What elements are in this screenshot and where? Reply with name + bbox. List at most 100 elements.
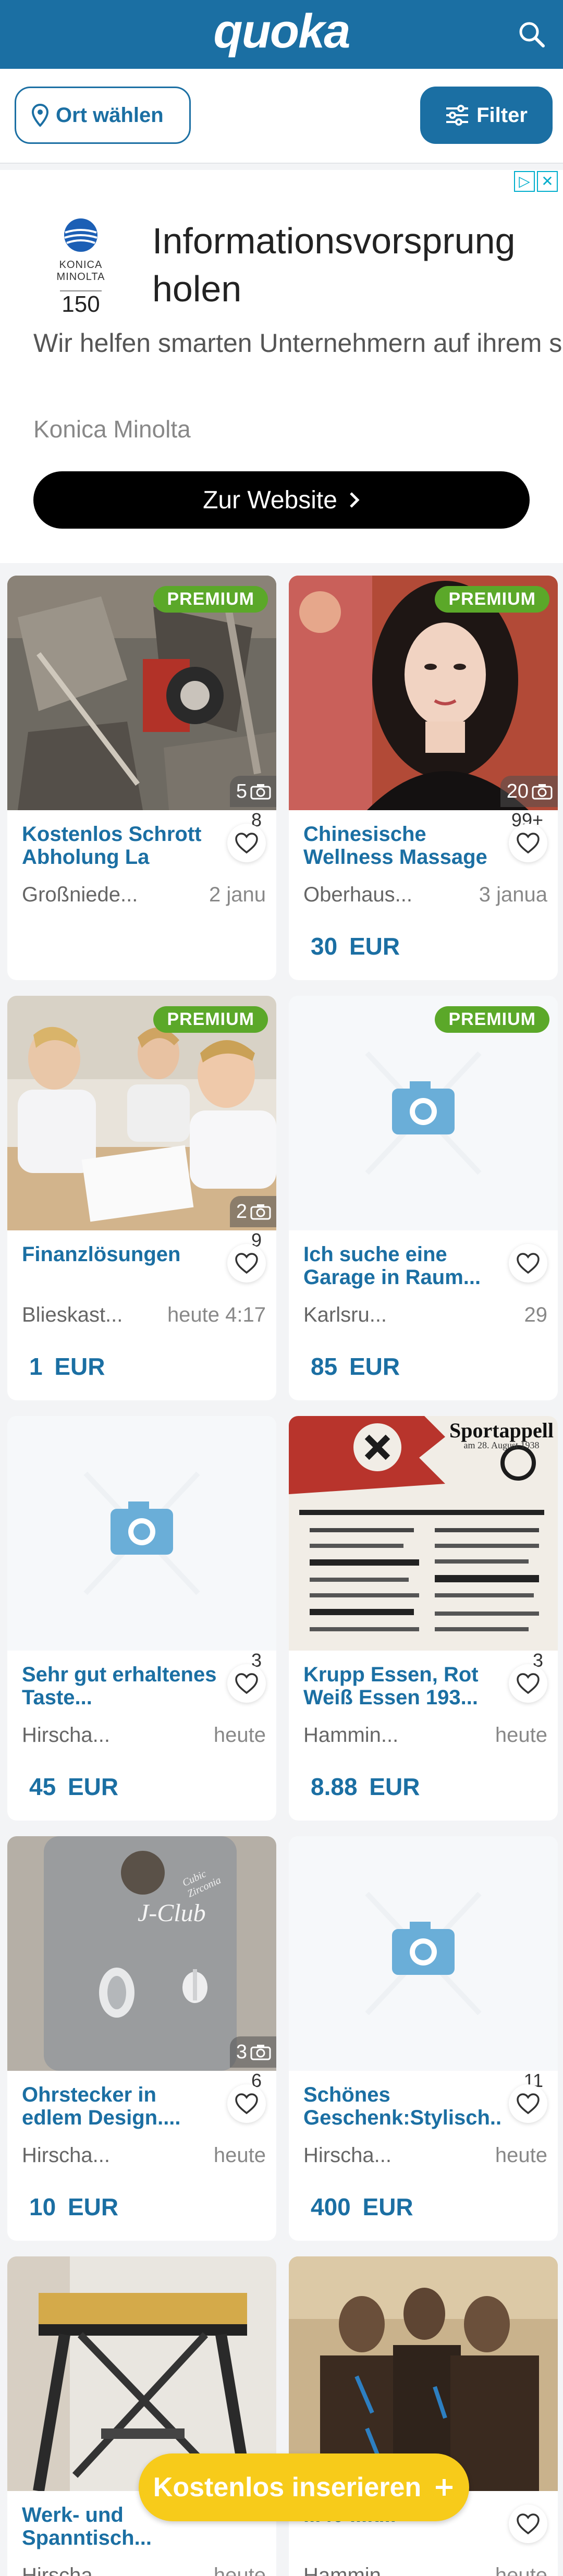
listing-location: Hirscha... (22, 2564, 110, 2576)
image-count-badge: 20 (500, 776, 558, 807)
search-icon[interactable] (516, 19, 547, 50)
heart-icon (517, 1253, 540, 1274)
listing-image[interactable]: PREMIUM 2 (7, 996, 276, 1230)
filter-toolbar: Ort wählen Filter (0, 69, 563, 164)
ad-cta-button[interactable]: Zur Website (33, 471, 530, 529)
location-button[interactable]: Ort wählen (15, 87, 191, 144)
favorite-button[interactable] (509, 1244, 547, 1283)
listing-image[interactable]: J-Club Cubic Zirconia 3 (7, 1836, 276, 2071)
ad-close-icon[interactable]: ✕ (537, 171, 558, 192)
filter-button-label: Filter (476, 103, 528, 127)
listing-card[interactable]: PREMIUM 5 Kostenlos Schrott Abholung La … (7, 576, 276, 980)
favorite-button[interactable] (509, 824, 547, 862)
location-button-label: Ort wählen (56, 103, 164, 127)
ad-anniversary: 150 (60, 290, 102, 318)
listing-title[interactable]: Chinesische Wellness Massage (303, 823, 501, 869)
listing-image[interactable]: Sportappell am 28. August 1938 (289, 1416, 558, 1651)
listing-location: Hammin... (303, 2564, 399, 2576)
filter-button[interactable]: Filter (420, 87, 553, 144)
listing-price: 10 EUR (29, 2193, 119, 2220)
favorite-button[interactable] (227, 1244, 266, 1283)
listing-card[interactable]: PREMIUM 20 Chinesische Wellness Massage … (289, 576, 558, 980)
konica-globe-icon (64, 218, 97, 252)
quoka-logo[interactable]: quoka (0, 4, 563, 59)
listing-price: 400 EUR (311, 2193, 413, 2220)
listing-title[interactable]: Kostenlos Schrott Abholung La (22, 823, 220, 869)
listing-card[interactable]: PREMIUM 2 Finanzlösungen 9 Blieskast... … (7, 996, 276, 1400)
listing-image[interactable]: PREMIUM (289, 996, 558, 1230)
ad-info-icon[interactable]: ▷ (514, 171, 535, 192)
listing-title[interactable]: Sehr gut erhaltenes Taste... (22, 1663, 220, 1709)
historic-poster-photo (289, 1416, 558, 1651)
listing-date: heute (213, 2564, 266, 2576)
ad-headline: Informationsvorsprung holen (152, 221, 516, 309)
plus-icon (436, 2479, 453, 2496)
location-pin-icon (32, 104, 48, 127)
heart-icon (517, 833, 540, 854)
favorite-button[interactable] (509, 2084, 547, 2123)
listing-location: Hirscha... (22, 2144, 110, 2167)
favorite-button[interactable] (509, 2505, 547, 2543)
listing-location: Hammin... (303, 1724, 399, 1747)
premium-badge: PREMIUM (435, 1006, 549, 1033)
listing-price: 1 EUR (29, 1353, 105, 1380)
listing-card[interactable]: Sportappell am 28. August 1938 Krupp Ess… (289, 1416, 558, 1821)
premium-badge: PREMIUM (153, 586, 268, 613)
earrings-photo (7, 1836, 276, 2071)
listing-card[interactable]: Sehr gut erhaltenes Taste... 3 Hirscha..… (7, 1416, 276, 1821)
listing-date: heute (213, 1724, 266, 1747)
listing-title[interactable]: Schönes Geschenk:Stylisch... (303, 2083, 501, 2129)
advertisement-banner[interactable]: ▷ ✕ KONICA MINOLTA 150 Informationsvorsp… (0, 170, 563, 563)
listing-card[interactable]: ...40 ...k... Hammin... heute (289, 2256, 558, 2576)
camera-icon (250, 784, 271, 800)
post-ad-label: Kostenlos inserieren (153, 2472, 422, 2502)
listing-date: 29 (524, 1303, 548, 1326)
listing-location: Hirscha... (303, 2144, 391, 2167)
sliders-icon (446, 105, 469, 126)
listing-title[interactable]: Krupp Essen, Rot Weiß Essen 193... (303, 1663, 501, 1709)
listing-card[interactable]: J-Club Cubic Zirconia 3 Ohrstecker in ed… (7, 1836, 276, 2241)
ad-body: Wir helfen smarten Unternehmern auf ihre… (33, 326, 563, 360)
listing-card[interactable]: PREMIUM Ich suche eine Garage in Raum...… (289, 996, 558, 1400)
listing-card[interactable]: Schönes Geschenk:Stylisch... 11 Hirscha.… (289, 1836, 558, 2241)
listing-location: Blieskast... (22, 1303, 123, 1326)
listing-location: Großniede... (22, 883, 138, 906)
image-count: 5 (236, 780, 247, 802)
listing-location: Hirscha... (22, 1724, 110, 1747)
listing-title[interactable]: Finanzlösungen (22, 1243, 220, 1266)
listing-card[interactable]: 4 Werk- und Spanntisch... Hirscha... heu… (7, 2256, 276, 2576)
favorite-button[interactable] (227, 1664, 266, 1703)
listing-title[interactable]: Ohrstecker in edlem Design.... (22, 2083, 220, 2129)
konica-minolta-logo: KONICA MINOLTA 150 (36, 217, 125, 318)
ad-choices[interactable]: ▷ ✕ (514, 171, 558, 192)
heart-icon (235, 1253, 258, 1274)
favorite-button[interactable] (227, 2084, 266, 2123)
listing-price: 45 EUR (29, 1773, 119, 1800)
heart-icon (517, 2093, 540, 2115)
poster-headline: Sportappell (449, 1419, 554, 1442)
listing-date: heute (495, 2564, 547, 2576)
listing-image[interactable]: PREMIUM 20 (289, 576, 558, 810)
listing-price: 30 EUR (311, 933, 400, 960)
heart-icon (517, 2513, 540, 2535)
listing-image[interactable] (289, 1836, 558, 2071)
listing-location: Karlsru... (303, 1303, 387, 1326)
image-count: 20 (506, 780, 529, 802)
premium-badge: PREMIUM (153, 1006, 268, 1033)
listing-image[interactable]: PREMIUM 5 (7, 576, 276, 810)
image-count-badge: 2 (229, 1196, 276, 1227)
heart-icon (235, 2093, 258, 2115)
listing-image[interactable] (7, 1416, 276, 1651)
jewelry-brand: J-Club (138, 1899, 206, 1927)
image-count: 3 (236, 2041, 247, 2063)
listing-date: heute (495, 2144, 547, 2167)
favorite-button[interactable] (227, 824, 266, 862)
no-image-placeholder (365, 1891, 482, 2016)
no-image-placeholder (83, 1471, 200, 1595)
post-ad-button[interactable]: Kostenlos inserieren (139, 2453, 469, 2521)
camera-icon (250, 2045, 271, 2060)
heart-icon (235, 833, 258, 854)
poster-subline: am 28. August 1938 (463, 1440, 540, 1450)
listing-title[interactable]: Ich suche eine Garage in Raum... (303, 1243, 501, 1289)
favorite-button[interactable] (509, 1664, 547, 1703)
